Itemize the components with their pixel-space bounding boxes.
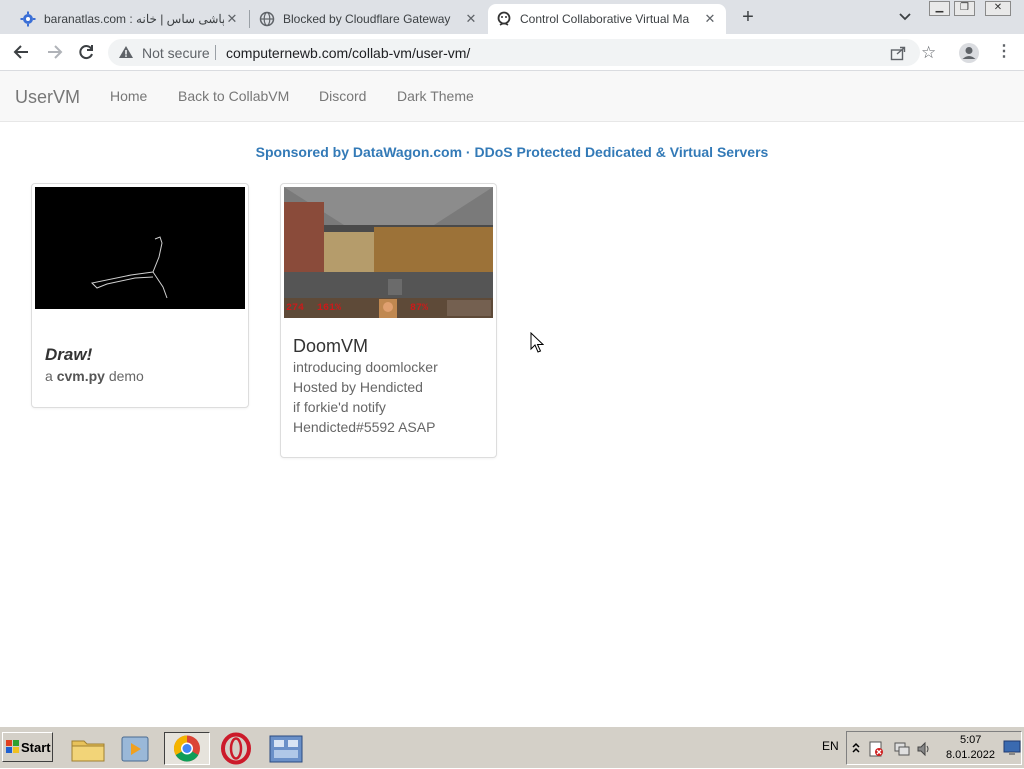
menu-icon[interactable]: ⋮ — [996, 43, 1012, 61]
divider — [215, 45, 216, 60]
new-tab-button[interactable]: + — [737, 7, 759, 29]
vm-description: a cvm.py demo — [45, 368, 144, 384]
vm-description-prefix: a — [45, 368, 57, 384]
browser-toolbar: Not secure computernewb.com/collab-vm/us… — [0, 34, 1024, 71]
network-icon[interactable] — [893, 740, 911, 758]
start-label: Start — [21, 740, 51, 755]
show-desktop-icon[interactable] — [1003, 740, 1021, 756]
tab-baranatlas[interactable]: baranatlas.com : سمپاشی ساس | خانه ✕ — [12, 4, 248, 34]
mouse-cursor-icon — [530, 332, 544, 353]
vm-description-line: Hosted by Hendicted — [293, 379, 423, 395]
tab-title: Control Collaborative Virtual Ma — [520, 12, 690, 26]
action-center-icon[interactable] — [867, 740, 885, 758]
gear-icon — [20, 11, 36, 27]
close-icon[interactable]: ✕ — [224, 11, 240, 27]
chrome-icon — [173, 735, 200, 762]
vm-title[interactable]: Draw! — [45, 345, 92, 365]
language-indicator[interactable]: EN — [822, 739, 839, 753]
vm-description-line: if forkie'd notify — [293, 399, 386, 415]
vm-thumbnail[interactable]: 274 161% 87% — [284, 187, 493, 318]
media-icon[interactable] — [114, 732, 158, 765]
nav-home[interactable]: Home — [110, 88, 147, 104]
doom-ammo: 274 — [286, 303, 304, 314]
warning-icon[interactable] — [118, 45, 134, 59]
doom-armor: 87% — [410, 303, 428, 314]
taskbar: Start EN 5:07 8.01.2022 — [0, 726, 1024, 768]
clock-date[interactable]: 8.01.2022 — [946, 749, 995, 761]
vm-description-code: cvm.py — [56, 368, 105, 384]
vm-description-suffix: demo — [104, 368, 144, 384]
close-icon[interactable]: ✕ — [702, 11, 718, 27]
sponsor-link[interactable]: Sponsored by DataWagon.com · DDoS Protec… — [0, 144, 1024, 160]
security-label[interactable]: Not secure — [142, 45, 210, 61]
clock-time[interactable]: 5:07 — [960, 734, 981, 746]
forward-icon[interactable] — [44, 42, 64, 62]
url-text[interactable]: computernewb.com/collab-vm/user-vm/ — [226, 45, 470, 61]
vm-thumbnail[interactable] — [35, 187, 245, 309]
chevron-down-icon[interactable] — [896, 9, 914, 25]
folder-icon[interactable] — [66, 732, 110, 765]
nav-dark-theme[interactable]: Dark Theme — [397, 88, 474, 104]
tab-cloudflare[interactable]: Blocked by Cloudflare Gateway ✕ — [251, 4, 487, 34]
tab-title: baranatlas.com : سمپاشی ساس | خانه — [44, 12, 224, 26]
globe-icon — [259, 11, 275, 27]
close-icon[interactable]: ✕ — [463, 11, 479, 27]
show-hidden-icons-icon[interactable] — [851, 741, 861, 755]
site-navbar: UserVM Home Back to CollabVM Discord Dar… — [0, 71, 1024, 122]
collabvm-icon — [497, 11, 511, 26]
tab-collabvm[interactable]: Control Collaborative Virtual Ma ✕ — [488, 4, 726, 34]
close-window-button[interactable]: ✕ — [985, 1, 1011, 16]
control-panel-icon[interactable] — [264, 732, 308, 765]
share-icon[interactable] — [890, 45, 906, 61]
start-button[interactable]: Start — [2, 732, 53, 762]
vm-description-line: introducing doomlocker — [293, 359, 438, 375]
star-icon[interactable]: ☆ — [921, 43, 936, 63]
brand-link[interactable]: UserVM — [15, 87, 80, 108]
system-tray: 5:07 8.01.2022 — [846, 731, 1022, 765]
opera-icon[interactable] — [214, 732, 258, 765]
volume-icon[interactable] — [915, 740, 933, 758]
profile-icon[interactable] — [958, 42, 980, 64]
doom-health: 161% — [317, 303, 341, 314]
tab-separator — [249, 10, 250, 28]
back-icon[interactable] — [12, 42, 32, 62]
vm-description-line: Hendicted#5592 ASAP — [293, 419, 436, 435]
vm-card-draw[interactable]: Draw! a cvm.py demo — [31, 183, 249, 408]
nav-back-to-collabvm[interactable]: Back to CollabVM — [178, 88, 289, 104]
vm-card-doomvm[interactable]: 274 161% 87% DoomVM introducing doomlock… — [280, 183, 497, 458]
restore-button[interactable]: ❐ — [954, 1, 975, 16]
tab-title: Blocked by Cloudflare Gateway — [283, 12, 451, 26]
vm-title[interactable]: DoomVM — [293, 336, 368, 357]
nav-discord[interactable]: Discord — [319, 88, 366, 104]
windows-flag-icon — [6, 740, 19, 753]
reload-icon[interactable] — [76, 42, 96, 62]
minimize-button[interactable]: ▁ — [929, 1, 950, 16]
chrome-taskbar-button[interactable] — [164, 732, 210, 765]
tab-strip: baranatlas.com : سمپاشی ساس | خانه ✕ Blo… — [0, 0, 1024, 34]
address-bar[interactable]: Not secure computernewb.com/collab-vm/us… — [108, 39, 936, 66]
